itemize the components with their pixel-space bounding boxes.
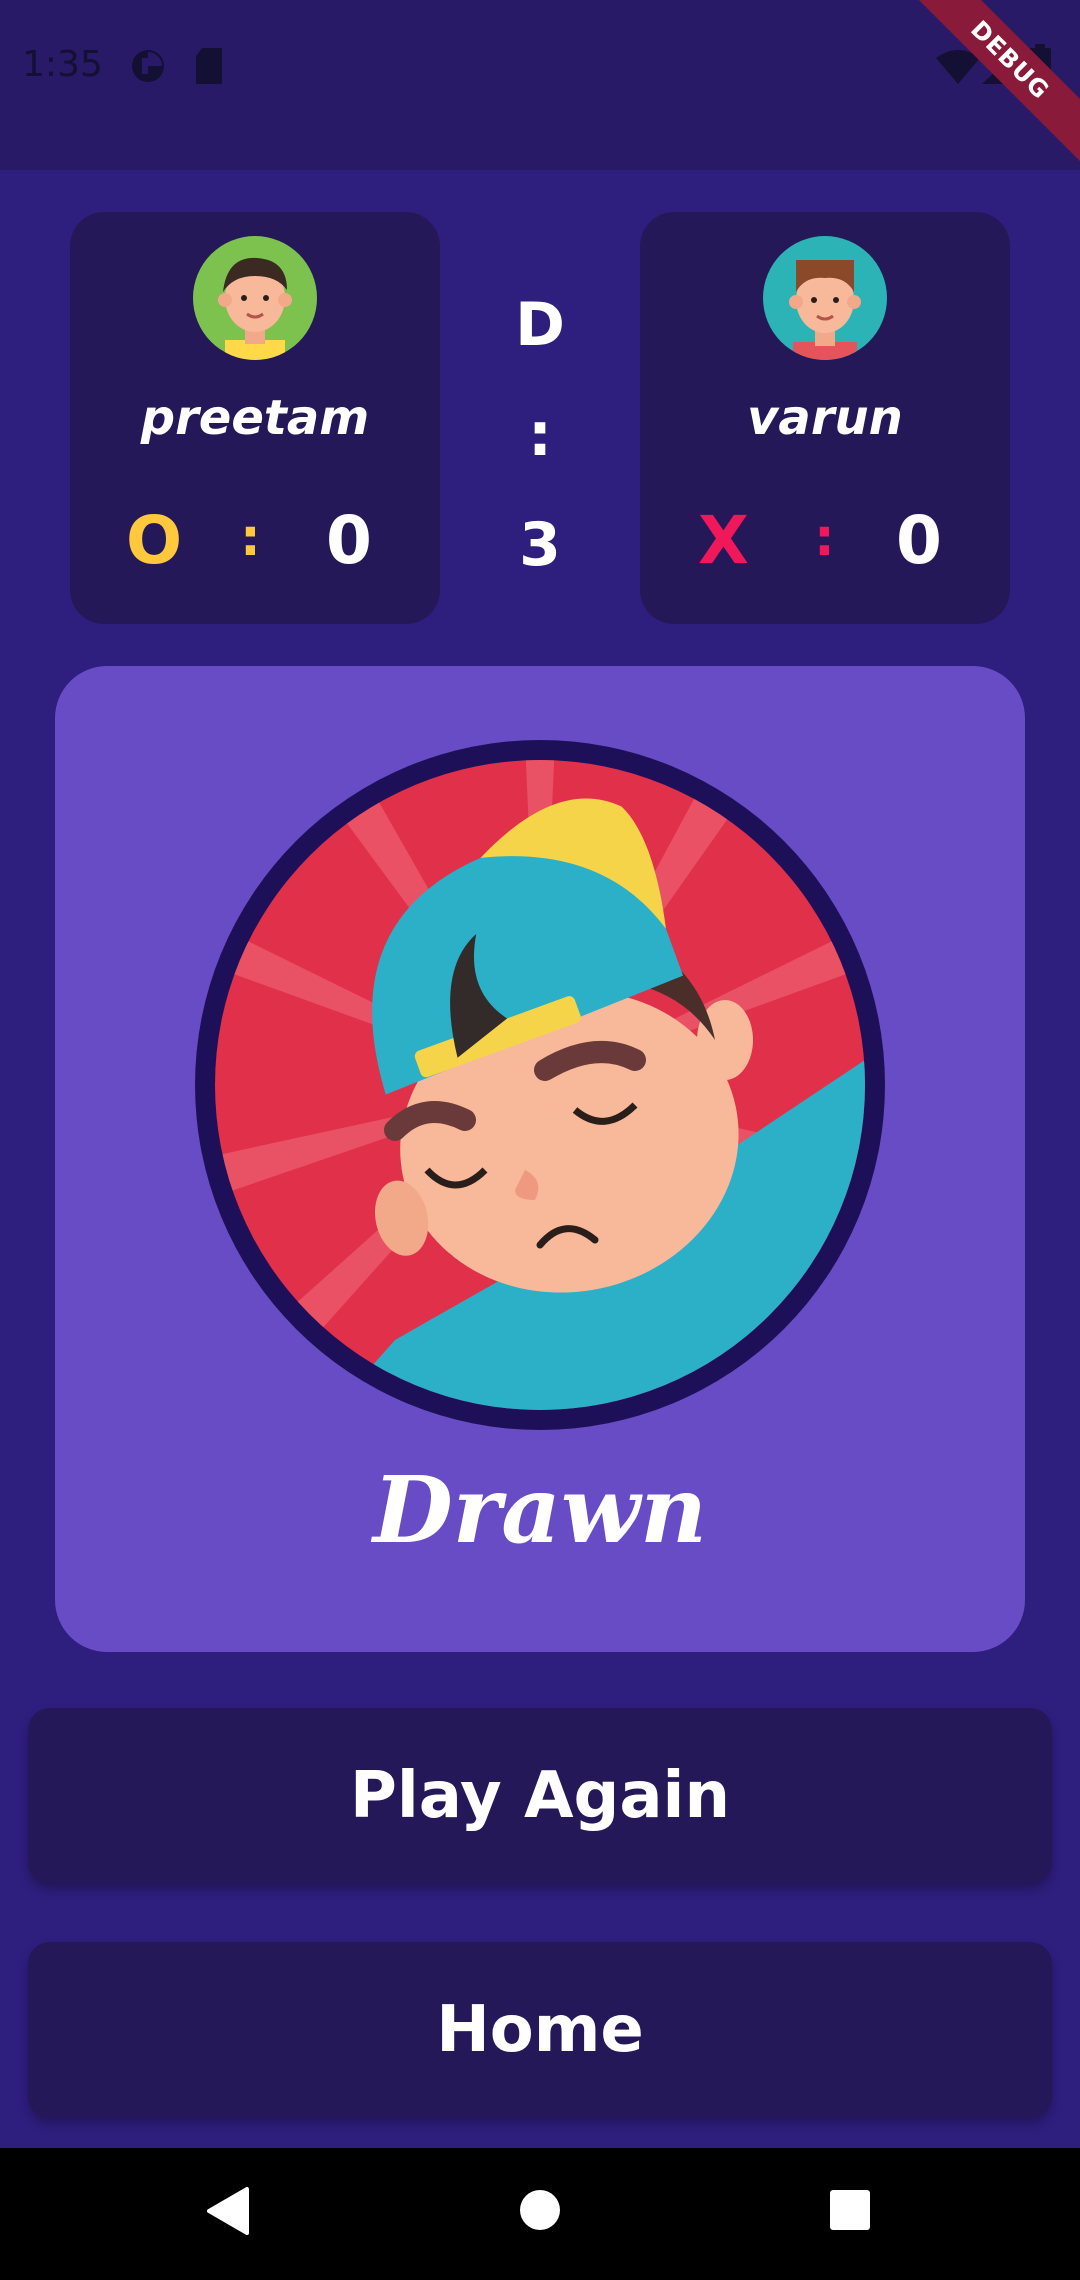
back-icon[interactable] [205,2186,251,2236]
sad-boy-icon [195,740,885,1430]
player-score: 0 [896,502,942,579]
home-button[interactable]: Home [28,1942,1052,2118]
boy-avatar-green-icon [193,236,317,360]
score-row: X : 0 [640,502,1010,582]
home-icon[interactable] [518,2188,562,2232]
player-score: 0 [326,502,372,579]
player-card-preetam: preetam O : 0 [70,212,440,624]
status-time: 1:35 [22,44,103,85]
player-mark: X [698,502,749,579]
boy-avatar-teal-icon [763,236,887,360]
draws-count: 3 [519,510,561,580]
player-card-varun: varun X : 0 [640,212,1010,624]
score-separator: : [240,508,261,568]
draws-label: D [515,290,565,360]
player-name: varun [747,390,903,446]
navigation-bar [0,2148,1080,2280]
result-text: Drawn [373,1456,707,1564]
draws-counter: D : 3 [478,270,602,600]
recents-icon[interactable] [828,2190,872,2230]
score-row: O : 0 [70,502,440,582]
draws-separator: : [528,400,552,470]
status-bar: 1:35 DEBUG [0,0,1080,170]
data-saver-icon [132,50,164,82]
result-card: Drawn [55,666,1025,1652]
player-name: preetam [140,390,370,446]
player-mark: O [126,502,183,579]
sd-card-icon [196,48,222,84]
play-again-button[interactable]: Play Again [28,1708,1052,1884]
score-separator: : [814,508,835,568]
